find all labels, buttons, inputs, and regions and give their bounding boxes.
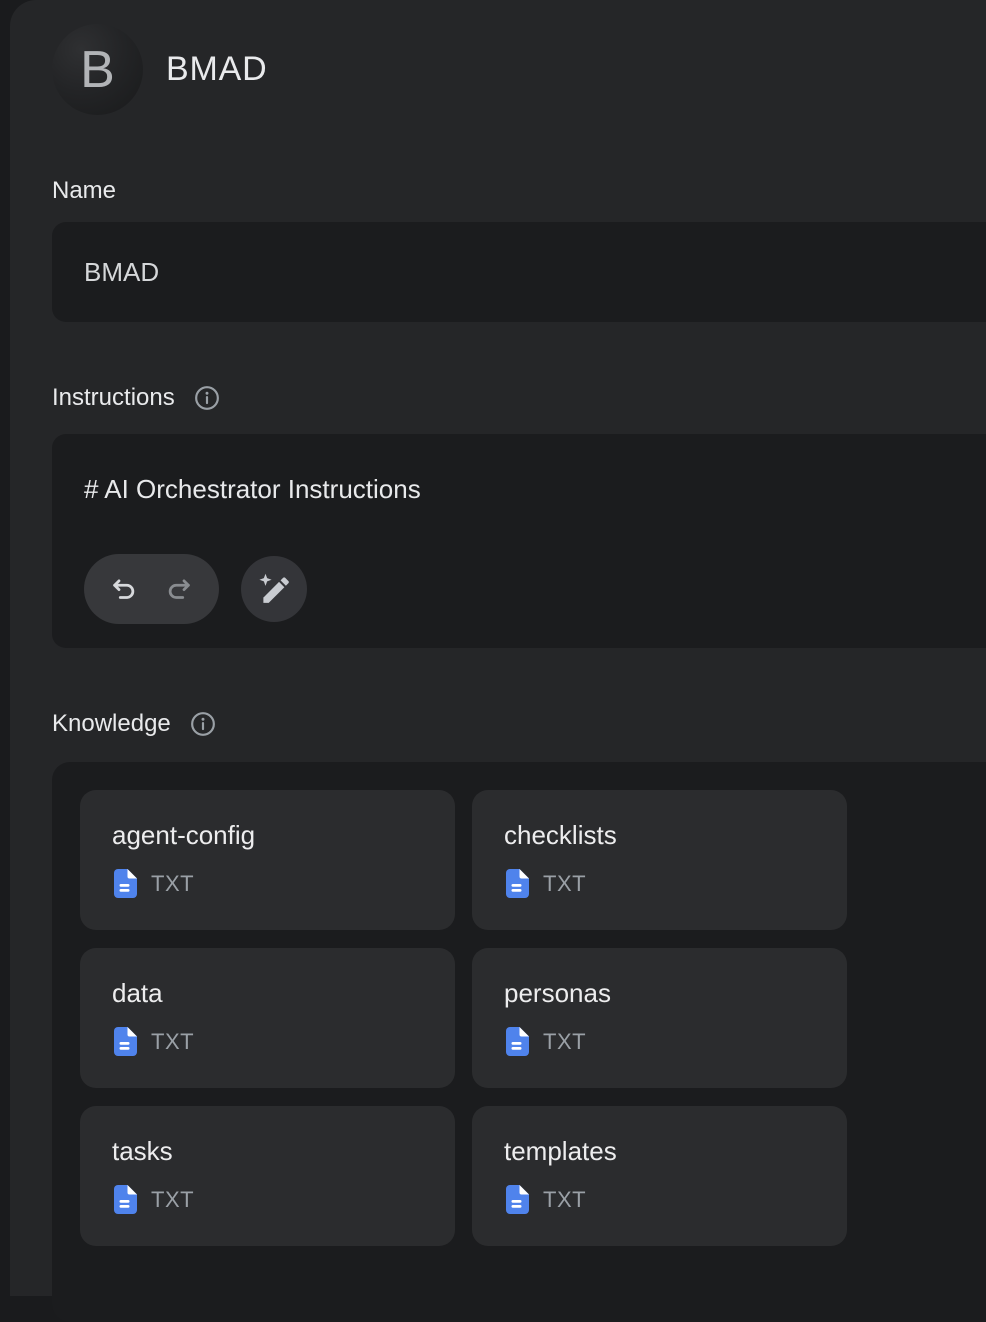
file-meta: TXT <box>506 869 827 898</box>
name-label: Name <box>52 177 116 205</box>
knowledge-file-card[interactable]: data TXT <box>80 948 455 1088</box>
file-meta: TXT <box>114 1185 435 1214</box>
file-type-label: TXT <box>151 871 194 897</box>
gem-avatar-letter: B <box>80 40 115 100</box>
file-type-label: TXT <box>543 1029 586 1055</box>
knowledge-file-card[interactable]: checklists TXT <box>472 790 847 930</box>
knowledge-label: Knowledge <box>52 710 171 738</box>
knowledge-file-grid: agent-config TXT checklists <box>80 790 986 1246</box>
file-name: templates <box>504 1136 827 1167</box>
gem-avatar: B <box>52 24 143 115</box>
file-name: personas <box>504 978 827 1009</box>
undo-redo-group <box>84 554 219 624</box>
file-meta: TXT <box>506 1185 827 1214</box>
file-meta: TXT <box>114 869 435 898</box>
instructions-text[interactable]: # AI Orchestrator Instructions <box>84 473 980 505</box>
redo-button[interactable] <box>164 574 194 604</box>
knowledge-file-card[interactable]: tasks TXT <box>80 1106 455 1246</box>
knowledge-info-icon[interactable] <box>189 710 217 738</box>
file-type-label: TXT <box>543 871 586 897</box>
knowledge-container: agent-config TXT checklists <box>52 762 986 1322</box>
instructions-editor[interactable]: # AI Orchestrator Instructions <box>52 434 986 648</box>
file-meta: TXT <box>506 1027 827 1056</box>
document-icon <box>506 1185 529 1214</box>
knowledge-label-row: Knowledge <box>52 710 986 738</box>
knowledge-file-card[interactable]: templates TXT <box>472 1106 847 1246</box>
file-type-label: TXT <box>151 1029 194 1055</box>
instructions-label: Instructions <box>52 384 175 412</box>
knowledge-file-card[interactable]: agent-config TXT <box>80 790 455 930</box>
document-icon <box>506 869 529 898</box>
instructions-info-icon[interactable] <box>193 384 221 412</box>
knowledge-file-card[interactable]: personas TXT <box>472 948 847 1088</box>
document-icon <box>114 869 137 898</box>
file-name: tasks <box>112 1136 435 1167</box>
file-name: data <box>112 978 435 1009</box>
file-meta: TXT <box>114 1027 435 1056</box>
name-input[interactable] <box>52 222 986 322</box>
undo-button[interactable] <box>109 574 139 604</box>
sparkle-pencil-rewrite-icon <box>257 572 291 606</box>
gem-title: BMAD <box>166 50 267 89</box>
instructions-toolbar <box>84 554 980 624</box>
document-icon <box>114 1185 137 1214</box>
file-name: checklists <box>504 820 827 851</box>
file-type-label: TXT <box>151 1187 194 1213</box>
file-type-label: TXT <box>543 1187 586 1213</box>
file-name: agent-config <box>112 820 435 851</box>
document-icon <box>506 1027 529 1056</box>
gem-header: B BMAD <box>52 24 986 115</box>
document-icon <box>114 1027 137 1056</box>
rewrite-with-ai-button[interactable] <box>241 556 307 622</box>
redo-icon <box>164 574 194 604</box>
name-label-row: Name <box>52 177 986 205</box>
undo-icon <box>109 574 139 604</box>
gem-editor-panel: B BMAD Name Instructions # AI Orchestrat… <box>10 0 986 1296</box>
instructions-label-row: Instructions <box>52 384 986 412</box>
